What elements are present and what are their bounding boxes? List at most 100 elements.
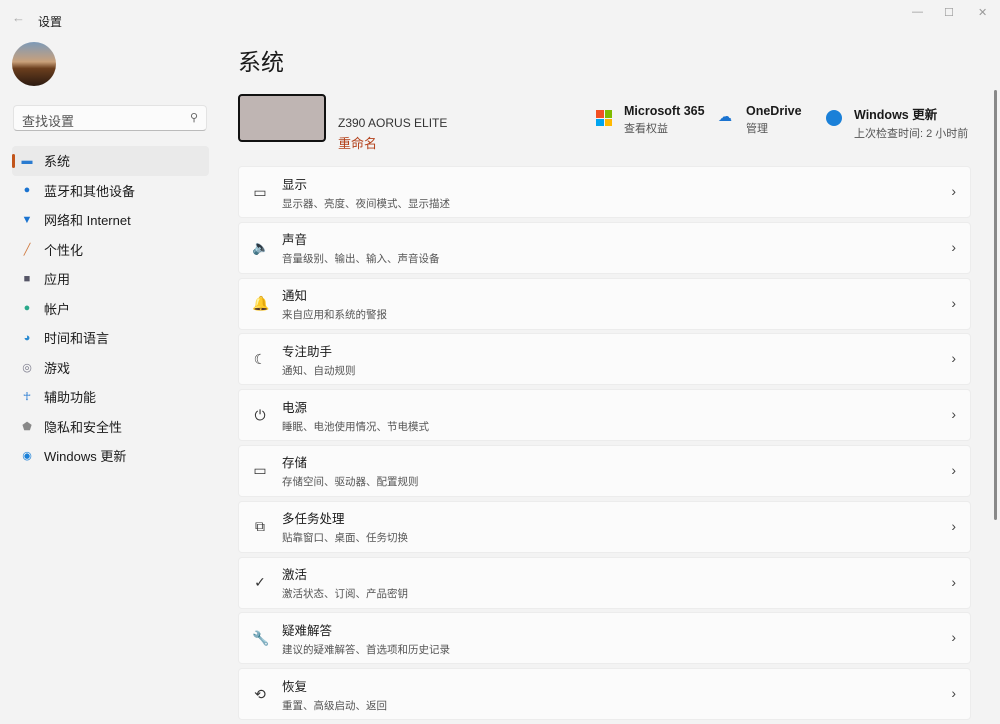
microsoft-logo-icon	[596, 110, 612, 126]
sidebar-item[interactable]: ◉ Windows 更新	[12, 441, 209, 471]
recovery-icon: ⟲	[254, 685, 266, 702]
item-subtitle: 来自应用和系统的警报	[282, 309, 387, 322]
item-title: 激活	[282, 568, 308, 583]
onedrive-link[interactable]: ☁ OneDrive 管理	[718, 104, 802, 136]
sidebar-item-label: 系统	[44, 154, 71, 170]
chevron-right-icon: ›	[951, 517, 956, 534]
settings-item[interactable]: 🔧 疑难解答建议的疑难解答、首选项和历史记录 ›	[238, 612, 971, 665]
account-icon: ●	[23, 302, 31, 315]
moon-icon: ☾	[253, 350, 267, 367]
brush-icon: ╱	[23, 243, 31, 256]
item-subtitle: 显示器、亮度、夜间模式、显示描述	[282, 197, 450, 210]
chevron-right-icon: ›	[951, 350, 956, 367]
sidebar-item[interactable]: ■ 应用	[12, 264, 209, 294]
search-input[interactable]: 查找设置 ⚲	[13, 105, 207, 131]
settings-item[interactable]: ▭ 显示 显示器、亮度、夜间模式、显示描述 ›	[238, 166, 971, 218]
sidebar-item-label: 应用	[44, 272, 71, 288]
wrench-icon: 🔧	[252, 629, 270, 646]
sidebar-item[interactable]: ◎ 游戏	[12, 353, 209, 383]
back-button[interactable]: ←	[12, 10, 25, 25]
chevron-right-icon: ›	[951, 294, 956, 311]
sidebar-item[interactable]: ● 帐户	[12, 294, 209, 324]
sidebar-item[interactable]: ⬟ 隐私和安全性	[12, 412, 209, 442]
monitor-icon: ▬	[21, 154, 33, 167]
sidebar-nav: ▬ 系统 ● 蓝牙和其他设备 ▼ 网络和 Internet ╱ 个性化 ■ 应用 ● 帐户 ◕ 时间和语言…	[12, 146, 209, 471]
sidebar-item-label: 游戏	[44, 360, 71, 376]
accessibility-icon: ☥	[22, 391, 32, 404]
settings-item[interactable]: ⟲ 恢复重置、高级启动、返回 ›	[238, 668, 971, 721]
storage-icon: ▭	[253, 462, 267, 479]
avatar[interactable]	[12, 42, 56, 86]
item-subtitle: 音量级别、输出、输入、声音设备	[282, 253, 440, 266]
settings-item[interactable]: 🔔 通知 来自应用和系统的警报 ›	[238, 277, 971, 330]
item-title: 显示	[282, 177, 308, 192]
item-title: 声音	[282, 233, 308, 248]
sidebar-item-label: 网络和 Internet	[44, 213, 131, 229]
settings-item[interactable]: ▭ 存储存储空间、驱动器、配置规则 ›	[238, 444, 971, 497]
item-title: 疑难解答	[282, 623, 333, 638]
sidebar-item[interactable]: ╱ 个性化	[12, 235, 209, 265]
service-sub: 管理	[746, 123, 768, 135]
settings-list: ▭ 显示 显示器、亮度、夜间模式、显示描述 › 🔈 声音 音量级别、输出、输入、声音设备 › 🔔…	[238, 166, 971, 724]
item-title: 恢复	[282, 679, 308, 694]
sidebar-item[interactable]: ▬ 系统	[12, 146, 209, 176]
bluetooth-icon: ●	[23, 184, 31, 197]
device-name: Z390 AORUS ELITE	[338, 116, 448, 130]
service-sub: 上次检查时间: 2 小时前	[854, 128, 969, 140]
item-subtitle: 贴靠窗口、桌面、任务切换	[282, 532, 408, 545]
sidebar-item-label: 隐私和安全性	[44, 419, 123, 435]
windows-update-link[interactable]: Windows 更新上次检查时间: 2 小时前	[826, 104, 968, 141]
service-sub: 查看权益	[624, 123, 668, 135]
settings-item[interactable]: ✓ 激活 激活状态、订阅、产品密钥 ›	[238, 556, 971, 609]
sidebar-item-label: 蓝牙和其他设备	[44, 183, 136, 199]
sidebar-item[interactable]: ☥ 辅助功能	[12, 382, 209, 412]
device-image	[238, 94, 326, 142]
item-title: 多任务处理	[282, 512, 345, 527]
item-title: 存储	[282, 456, 308, 471]
chevron-right-icon: ›	[951, 461, 956, 478]
chevron-right-icon: ›	[951, 573, 956, 590]
sidebar-item[interactable]: ◕ 时间和语言	[12, 323, 209, 353]
settings-item[interactable]: ☾ 专注助手 通知、自动规则 ›	[238, 333, 971, 386]
sidebar-item-label: 帐户	[44, 301, 71, 317]
maximize-button[interactable]: ☐	[944, 6, 954, 19]
sidebar-item-label: 时间和语言	[44, 331, 110, 347]
item-subtitle: 激活状态、订阅、产品密钥	[282, 588, 408, 601]
speaker-icon: 🔈	[252, 239, 270, 256]
globe-clock-icon: ◕	[23, 331, 31, 344]
item-subtitle: 存储空间、驱动器、配置规则	[282, 476, 419, 489]
item-subtitle: 睡眠、电池使用情况、节电模式	[282, 420, 429, 433]
update-icon	[826, 110, 842, 126]
sidebar-item-label: 辅助功能	[44, 390, 97, 406]
cloud-icon: ☁	[718, 108, 732, 124]
page-title: 系统	[238, 49, 284, 75]
settings-item[interactable]: ⧉ 多任务处理贴靠窗口、桌面、任务切换 ›	[238, 500, 971, 553]
chevron-right-icon: ›	[951, 406, 956, 423]
shield-icon: ⬟	[22, 420, 32, 433]
scrollbar[interactable]	[994, 90, 997, 520]
wifi-icon: ▼	[21, 213, 33, 226]
sidebar-item[interactable]: ▼ 网络和 Internet	[12, 205, 209, 235]
power-icon: ⏻	[254, 406, 266, 423]
update-icon: ◉	[22, 450, 32, 463]
gamepad-icon: ◎	[22, 361, 32, 374]
settings-item[interactable]: ⏻ 电源睡眠、电池使用情况、节电模式 ›	[238, 389, 971, 442]
multitask-icon: ⧉	[255, 518, 265, 535]
service-title: OneDrive	[746, 104, 802, 118]
chevron-right-icon: ›	[951, 238, 956, 255]
chevron-right-icon: ›	[951, 629, 956, 646]
display-icon: ▭	[253, 183, 267, 200]
item-subtitle: 建议的疑难解答、首选项和历史记录	[282, 643, 450, 656]
microsoft365-link[interactable]: Microsoft 365 查看权益	[596, 104, 705, 136]
service-title: Windows 更新	[854, 108, 938, 122]
rename-link[interactable]: 重命名	[338, 133, 377, 152]
chevron-right-icon: ›	[951, 685, 956, 702]
item-title: 电源	[282, 400, 308, 415]
item-subtitle: 重置、高级启动、返回	[282, 699, 387, 712]
close-button[interactable]: ✕	[978, 6, 987, 19]
settings-item[interactable]: 🔈 声音音量级别、输出、输入、声音设备 ›	[238, 221, 971, 274]
app-title: 设置	[38, 15, 63, 29]
minimize-button[interactable]: —	[912, 6, 923, 18]
title-bar: ← 设置 — ☐ ✕	[0, 0, 1000, 36]
sidebar-item[interactable]: ● 蓝牙和其他设备	[12, 176, 209, 206]
